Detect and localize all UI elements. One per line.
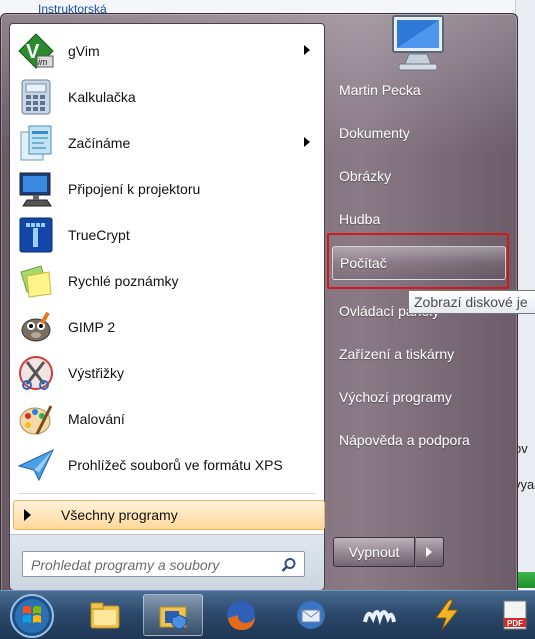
right-item-label: Výchozí programy (339, 389, 452, 405)
right-item-pocitac[interactable]: Počítač (332, 246, 506, 280)
program-label: Připojení k projektoru (68, 181, 201, 197)
taskbar-pdf[interactable]: PDF (485, 594, 535, 636)
svg-text:PDF: PDF (507, 619, 523, 628)
program-label: Začínáme (68, 135, 131, 151)
taskbar-firefox[interactable] (211, 594, 271, 636)
search-icon[interactable] (281, 557, 297, 573)
file-explorer-icon (90, 602, 120, 629)
search-area (10, 534, 324, 590)
program-label: TrueCrypt (68, 227, 130, 243)
gvim-icon: V im (18, 33, 54, 69)
taskbar: PDF (0, 590, 535, 639)
right-item-label: Nápověda a podpora (339, 432, 470, 448)
thunderbird-icon (297, 601, 325, 629)
submenu-arrow-icon[interactable] (304, 137, 310, 147)
calculator-icon (21, 79, 51, 115)
shutdown-options-button[interactable] (416, 537, 444, 567)
all-programs-button[interactable]: Všechny programy (13, 500, 325, 530)
program-gimp[interactable]: GIMP 2 (10, 304, 324, 350)
getting-started-icon (20, 125, 52, 161)
programs-pane: V im gVim Kalkulačka Začínáme Připojení … (9, 23, 325, 590)
truecrypt-icon (19, 217, 53, 253)
program-projektor[interactable]: Připojení k projektoru (10, 166, 324, 212)
firefox-icon (227, 601, 255, 630)
right-item-dokumenty[interactable]: Dokumenty (332, 117, 504, 149)
right-item-zarizeni[interactable]: Zařízení a tiskárny (332, 338, 504, 370)
right-item-vychozi-programy[interactable]: Výchozí programy (332, 381, 504, 413)
search-box[interactable] (22, 551, 305, 577)
pinned-programs-list: V im gVim Kalkulačka Začínáme Připojení … (10, 28, 324, 488)
right-item-obrazky[interactable]: Obrázky (332, 160, 504, 192)
program-kalkulacka[interactable]: Kalkulačka (10, 74, 324, 120)
start-orb[interactable] (9, 593, 55, 639)
program-malovani[interactable]: Malování (10, 396, 324, 442)
winamp-icon (435, 599, 460, 631)
program-label: Kalkulačka (68, 89, 136, 105)
all-programs-label: Všechny programy (61, 507, 178, 523)
program-xps-viewer[interactable]: Prohlížeč souborů ve formátu XPS (10, 442, 324, 488)
gimp-icon (21, 311, 51, 342)
right-item-label: Zařízení a tiskárny (339, 346, 455, 362)
program-truecrypt[interactable]: TrueCrypt (10, 212, 324, 258)
pdf-icon: PDF (503, 600, 527, 630)
program-label: Výstřižky (68, 365, 124, 381)
program-zaciname[interactable]: Začínáme (10, 120, 324, 166)
sticky-notes-icon (20, 265, 52, 298)
separator (18, 493, 316, 494)
program-label: gVim (68, 43, 100, 59)
right-item-napoveda[interactable]: Nápověda a podpora (332, 424, 504, 456)
program-label: Prohlížeč souborů ve formátu XPS (68, 457, 283, 473)
right-item-hudba[interactable]: Hudba (332, 203, 504, 235)
right-item-label: Počítač (340, 255, 387, 271)
right-item-label: Martin Pecka (339, 82, 421, 98)
program-rychle-poznamky[interactable]: Rychlé poznámky (10, 258, 324, 304)
taskbar-miranda[interactable] (349, 594, 409, 636)
miranda-icon (363, 610, 396, 626)
user-picture-icon[interactable] (379, 14, 451, 74)
taskbar-control-panel[interactable] (143, 594, 203, 636)
projector-icon (19, 172, 52, 207)
program-gvim[interactable]: V im gVim (10, 28, 324, 74)
snipping-tool-icon (19, 356, 53, 390)
program-label: Malování (68, 411, 125, 427)
right-item-user[interactable]: Martin Pecka (332, 74, 504, 106)
tooltip: Zobrazí diskové je (408, 290, 535, 314)
program-label: Rychlé poznámky (68, 273, 179, 289)
taskbar-winamp[interactable] (417, 594, 477, 636)
control-panel-icon (159, 606, 187, 630)
paint-icon (19, 405, 53, 435)
program-label: GIMP 2 (68, 319, 116, 335)
shutdown-button[interactable]: Vypnout (333, 537, 415, 567)
taskbar-thunderbird[interactable] (281, 594, 341, 636)
submenu-arrow-icon[interactable] (304, 45, 310, 55)
program-vystrizky[interactable]: Výstřižky (10, 350, 324, 396)
svg-text:im: im (38, 57, 48, 67)
right-item-label: Dokumenty (339, 125, 410, 141)
right-item-label: Obrázky (339, 168, 392, 184)
search-input[interactable] (29, 553, 283, 577)
taskbar-file-explorer[interactable] (75, 594, 135, 636)
right-item-label: Hudba (339, 211, 381, 227)
xps-viewer-icon (17, 448, 55, 482)
play-arrow-icon (24, 509, 31, 521)
